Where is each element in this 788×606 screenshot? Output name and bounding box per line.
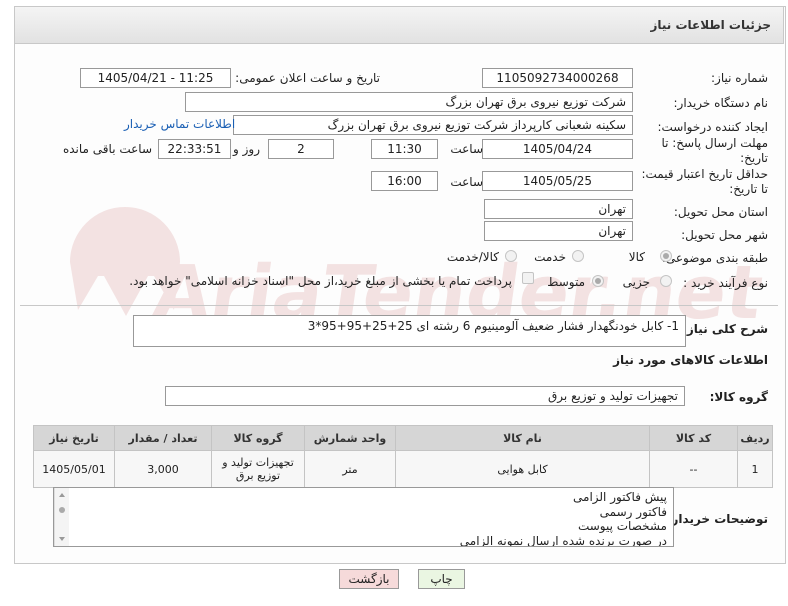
deadline-days-field: 2 <box>268 139 334 159</box>
print-button[interactable]: چاپ <box>418 569 465 589</box>
deadline-label-line2: تاریخ: <box>740 151 768 165</box>
process-radio-medium[interactable] <box>592 275 604 287</box>
category-radio-goods-service[interactable] <box>505 250 517 262</box>
goods-group-field: تجهیزات تولید و توزیع برق <box>165 386 685 406</box>
deadline-date-field: 1405/04/24 <box>482 139 633 159</box>
notes-scrollbar[interactable] <box>54 488 69 546</box>
process-option-medium: متوسط <box>547 275 585 289</box>
province-field: تهران <box>484 199 633 219</box>
back-button[interactable]: بازگشت <box>339 569 399 589</box>
remaining-time-field: 22:33:51 <box>158 139 231 159</box>
summary-field: 1- کابل خودنگهدار فشار ضعیف آلومینیوم 6 … <box>133 315 686 347</box>
cell-date: 1405/05/01 <box>33 450 115 488</box>
scroll-thumb-icon <box>59 507 65 513</box>
panel-header: جزئیات اطلاعات نیاز <box>14 6 784 44</box>
deadline-label-line1: مهلت ارسال پاسخ: تا <box>661 136 768 150</box>
announce-label: تاریخ و ساعت اعلان عمومی: <box>235 71 380 85</box>
deadline-time-label: ساعت <box>450 142 483 156</box>
buyer-label: نام دستگاه خریدار: <box>673 96 769 110</box>
validity-time-field: 16:00 <box>371 171 438 191</box>
validity-date-field: 1405/05/25 <box>482 171 633 191</box>
validity-label-line2: تا تاریخ: <box>729 182 768 196</box>
scroll-up-icon <box>59 493 65 497</box>
requester-field: سکینه شعبانی کارپرداز شرکت توزیع نیروی ب… <box>233 115 633 135</box>
category-option-goods-service: کالا/خدمت <box>446 250 499 264</box>
buyer-contact-link[interactable]: اطلاعات تماس خریدار <box>124 117 235 131</box>
deadline-days-label: روز و <box>233 142 260 156</box>
deadline-time-field: 11:30 <box>371 139 438 159</box>
note-line: پیش فاکتور الزامی <box>573 490 667 504</box>
process-option-minor: جزیی <box>622 275 650 289</box>
city-label: شهر محل تحویل: <box>681 228 768 242</box>
cell-qty: 3,000 <box>114 450 212 488</box>
buyer-field: شرکت توزیع نیروی برق تهران بزرگ <box>185 92 633 112</box>
treasury-payment-note: پرداخت تمام یا بخشی از مبلغ خرید،از محل … <box>129 274 512 288</box>
category-radio-goods[interactable] <box>660 250 672 262</box>
col-name: نام کالا <box>395 425 650 451</box>
goods-section-title: اطلاعات کالاهای مورد نیاز <box>613 353 768 367</box>
cell-code: -- <box>649 450 738 488</box>
col-date: تاریخ نیاز <box>33 425 115 451</box>
page-title: جزئیات اطلاعات نیاز <box>650 18 771 32</box>
summary-label: شرح کلی نیاز: <box>682 322 768 336</box>
province-label: استان محل تحویل: <box>673 205 768 219</box>
col-qty: تعداد / مقدار <box>114 425 212 451</box>
category-label: طبقه بندی موضوعی: <box>661 251 768 265</box>
buyer-notes-label: توضیحات خریدار: <box>666 512 768 526</box>
cell-row: 1 <box>737 450 773 488</box>
treasury-payment-checkbox[interactable] <box>522 272 534 284</box>
cell-name: کابل هوایی <box>395 450 650 488</box>
scroll-down-icon <box>59 537 65 541</box>
validity-label-line1: حداقل تاریخ اعتبار قیمت: <box>641 167 768 181</box>
requester-label: ایجاد کننده درخواست: <box>657 120 768 134</box>
category-option-service: خدمت <box>534 250 566 264</box>
col-unit: واحد شمارش <box>304 425 396 451</box>
table-row: 1 -- کابل هوایی متر تجهیزات تولید و توزی… <box>33 450 773 488</box>
city-field: تهران <box>484 221 633 241</box>
note-line: فاکتور رسمی <box>599 504 667 519</box>
announce-field: 1405/04/21 - 11:25 <box>80 68 231 88</box>
goods-table: ردیف کد کالا نام کالا واحد شمارش گروه کا… <box>33 425 773 488</box>
col-code: کد کالا <box>649 425 738 451</box>
note-line: مشخصات پیوست <box>577 519 667 533</box>
col-group: گروه کالا <box>211 425 305 451</box>
validity-time-label: ساعت <box>450 175 483 189</box>
process-label: نوع فرآیند خرید : <box>683 276 768 290</box>
cell-group: تجهیزات تولید و توزیع برق <box>211 450 305 488</box>
cell-unit: متر <box>304 450 396 488</box>
goods-table-header: ردیف کد کالا نام کالا واحد شمارش گروه کا… <box>33 425 773 451</box>
buyer-notes-field: پیش فاکتور الزامی فاکتور رسمی مشخصات پیو… <box>53 487 674 547</box>
note-line: در صورت برنده شده ارسال نمونه الزامی <box>459 533 667 547</box>
col-row: ردیف <box>737 425 773 451</box>
remaining-time-label: ساعت باقی مانده <box>62 142 152 156</box>
divider <box>20 305 778 306</box>
category-radio-service[interactable] <box>572 250 584 262</box>
category-option-goods: کالا <box>628 250 645 264</box>
need-number-label: شماره نیاز: <box>711 71 768 85</box>
goods-group-label: گروه کالا: <box>709 390 768 404</box>
process-radio-minor[interactable] <box>660 275 672 287</box>
need-number-field: 1105092734000268 <box>482 68 633 88</box>
